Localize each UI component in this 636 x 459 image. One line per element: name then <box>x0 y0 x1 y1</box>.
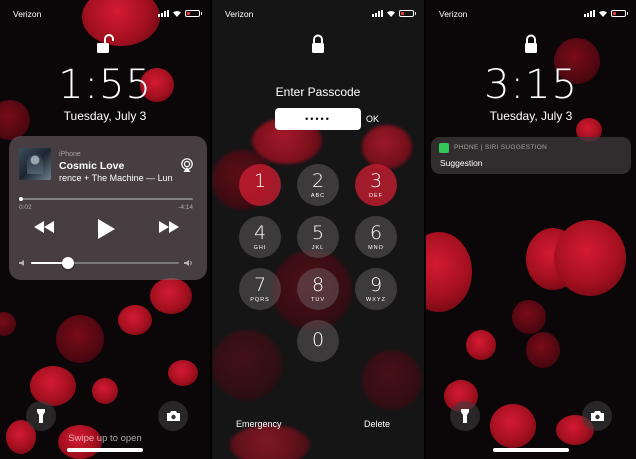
passcode-prompt: Enter Passcode <box>275 85 361 99</box>
home-indicator[interactable] <box>67 448 143 452</box>
battery-icon <box>611 9 628 17</box>
clock-time: 3:15 <box>484 62 578 108</box>
bokeh-light <box>512 300 546 334</box>
album-art[interactable] <box>19 148 51 180</box>
now-playing-widget: iPhone Cosmic Love rence + The Machine —… <box>9 136 207 280</box>
delete-button[interactable]: Delete <box>364 419 390 429</box>
bokeh-light <box>526 228 580 290</box>
bokeh-light <box>466 330 496 360</box>
camera-button[interactable] <box>158 401 188 431</box>
camera-icon <box>166 411 180 421</box>
swipe-hint: Swipe up to open <box>68 433 142 444</box>
keypad-key-7[interactable]: 7 PQRS <box>239 268 281 310</box>
volume-high-icon <box>184 260 192 266</box>
wifi-icon <box>599 10 607 17</box>
carrier-label: Verizon <box>13 9 42 19</box>
play-icon[interactable] <box>96 218 116 240</box>
signal-icon <box>372 9 383 17</box>
status-bar: Verizon <box>212 0 424 26</box>
camera-button[interactable] <box>582 401 612 431</box>
bokeh-light <box>490 404 536 448</box>
airplay-icon[interactable] <box>180 158 194 172</box>
flashlight-icon <box>461 409 469 423</box>
battery-icon <box>399 9 416 17</box>
flashlight-button[interactable] <box>26 401 56 431</box>
siri-suggestion-notification[interactable]: PHONE | SIRI SUGGESTION Suggestion <box>431 137 631 174</box>
wifi-icon <box>387 10 395 17</box>
keypad-key-8[interactable]: 8 TUV <box>297 268 339 310</box>
lock-icon <box>525 34 537 53</box>
bokeh-light <box>362 350 422 410</box>
bokeh-light <box>212 330 282 400</box>
ok-button[interactable]: OK <box>366 114 379 124</box>
bokeh-light <box>56 315 104 363</box>
carrier-label: Verizon <box>439 9 468 19</box>
progress-scrubber[interactable] <box>18 196 193 201</box>
signal-icon <box>158 9 169 17</box>
bokeh-light <box>30 366 76 406</box>
keypad-key-9[interactable]: 9 WXYZ <box>355 268 397 310</box>
battery-icon <box>185 9 202 17</box>
remaining-time: -4:14 <box>178 204 193 211</box>
status-bar: Verizon <box>426 0 636 26</box>
unlock-icon <box>97 34 114 53</box>
lock-screen-music: Verizon 1:55 Tuesday, July 3 iPhone Cosm… <box>0 0 210 459</box>
lock-icon <box>312 34 324 53</box>
status-bar: Verizon <box>0 0 210 26</box>
volume-slider[interactable] <box>31 257 179 269</box>
bokeh-light <box>554 220 626 296</box>
flashlight-icon <box>37 409 45 423</box>
fast-forward-icon[interactable] <box>158 220 180 234</box>
clock-time: 1:55 <box>58 62 152 108</box>
bokeh-light <box>230 425 310 459</box>
keypad-key-6[interactable]: 6 MNO <box>355 216 397 258</box>
lock-screen-suggestion: Verizon 3:15 Tuesday, July 3 PHONE | SIR… <box>426 0 636 459</box>
keypad-key-4[interactable]: 4 GHI <box>239 216 281 258</box>
clock-date: Tuesday, July 3 <box>489 109 573 123</box>
keypad-key-3[interactable]: 3 DEF <box>355 164 397 206</box>
passcode-field[interactable]: ••••• <box>275 108 361 130</box>
bokeh-light <box>92 378 118 404</box>
phone-app-icon <box>439 143 449 153</box>
bokeh-light <box>150 278 192 314</box>
volume-knob[interactable] <box>62 257 74 269</box>
bokeh-light <box>362 125 412 169</box>
flashlight-button[interactable] <box>450 401 480 431</box>
elapsed-time: 0:02 <box>19 204 32 211</box>
signal-icon <box>584 9 595 17</box>
camera-icon <box>590 411 604 421</box>
keypad-key-1[interactable]: 1 <box>239 164 281 206</box>
keypad-key-5[interactable]: 5 JKL <box>297 216 339 258</box>
song-title: Cosmic Love <box>59 160 125 172</box>
notification-body: Suggestion <box>440 158 483 168</box>
keypad-key-0[interactable]: 0 <box>297 320 339 362</box>
clock-date: Tuesday, July 3 <box>63 109 147 123</box>
notification-header: PHONE | SIRI SUGGESTION <box>454 144 548 151</box>
player-source: iPhone <box>59 151 81 158</box>
bokeh-light <box>526 332 560 368</box>
rewind-icon[interactable] <box>33 220 55 234</box>
bokeh-light <box>426 232 472 312</box>
emergency-button[interactable]: Emergency <box>236 419 282 429</box>
bokeh-light <box>0 312 16 336</box>
keypad-key-2[interactable]: 2 ABC <box>297 164 339 206</box>
wifi-icon <box>173 10 181 17</box>
bokeh-light <box>168 360 198 386</box>
passcode-screen: Verizon Enter Passcode ••••• OK 1 2 ABC 3… <box>212 0 424 459</box>
song-artist: rence + The Machine — Lun <box>59 173 173 183</box>
home-indicator[interactable] <box>493 448 569 452</box>
carrier-label: Verizon <box>225 9 254 19</box>
bokeh-light <box>118 305 152 335</box>
volume-low-icon <box>19 260 24 266</box>
